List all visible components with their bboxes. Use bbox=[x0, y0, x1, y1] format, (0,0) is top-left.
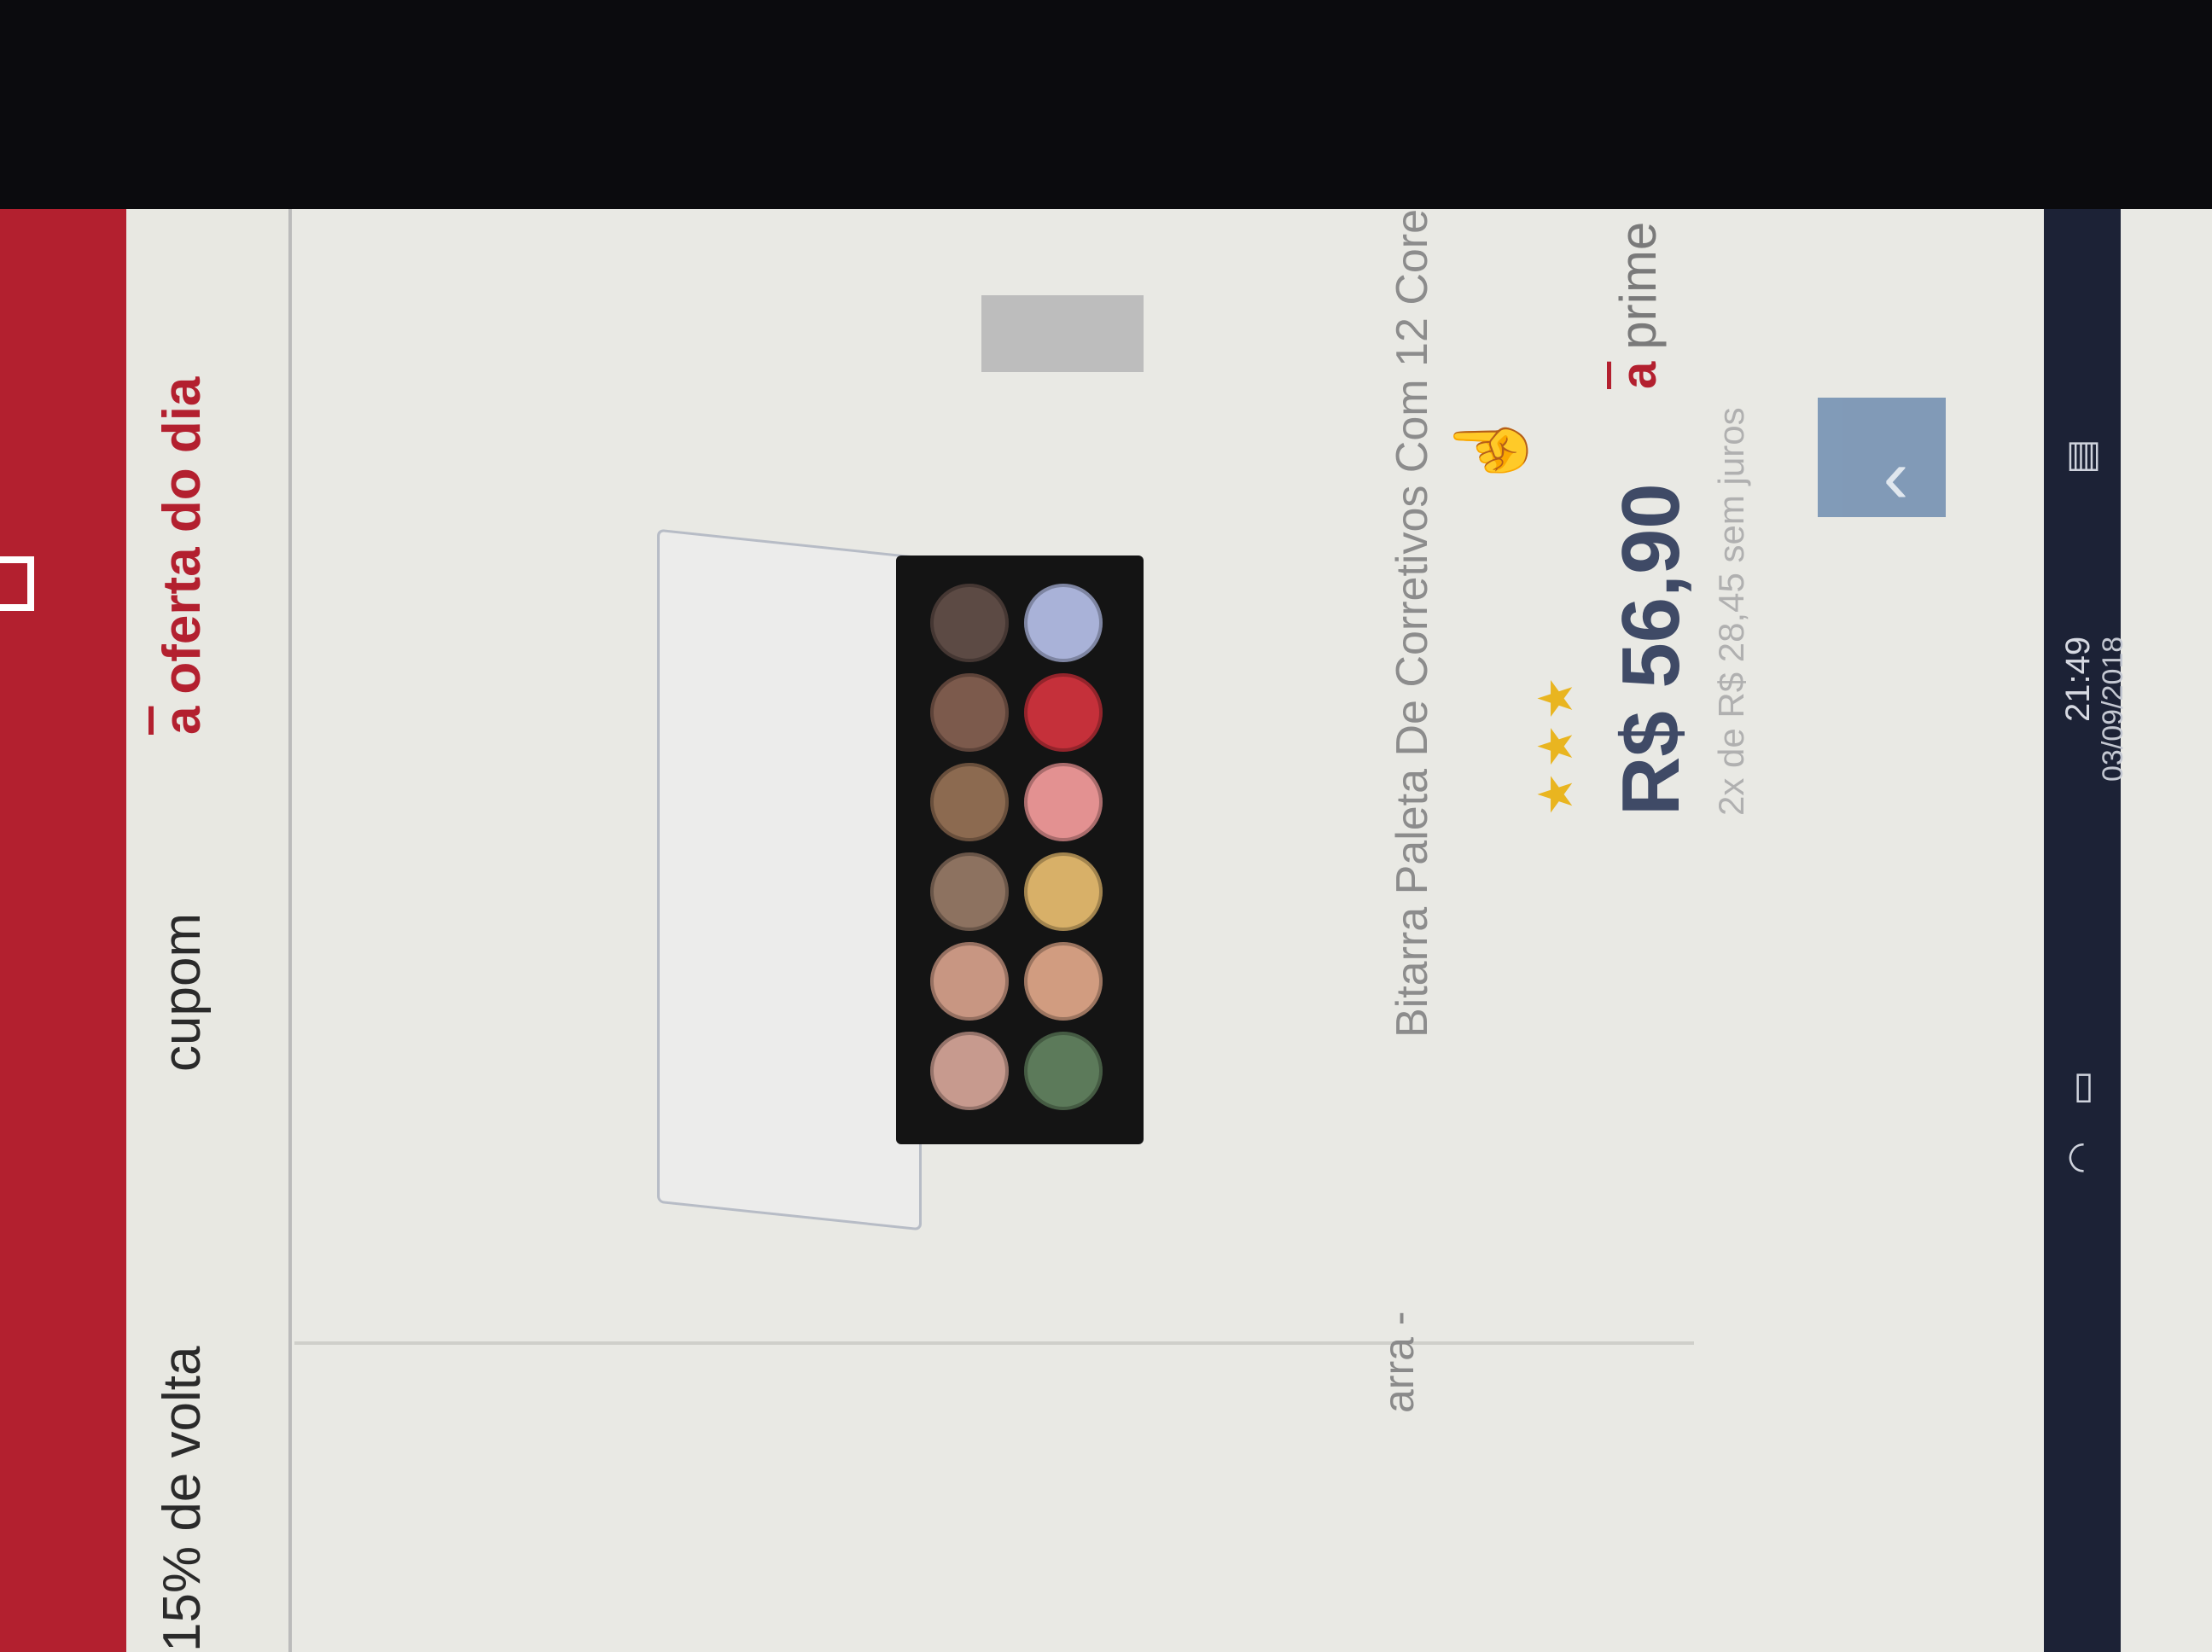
cart-icon[interactable] bbox=[0, 556, 34, 611]
rating-stars: ★★★ bbox=[1528, 672, 1582, 816]
nav-cashback[interactable]: 15% de volta bbox=[152, 1347, 212, 1652]
palette-pan bbox=[930, 1032, 1009, 1110]
nav-oferta-do-dia[interactable]: a oferta do dia bbox=[152, 377, 212, 735]
palette-pan bbox=[930, 763, 1009, 841]
product-image[interactable] bbox=[649, 372, 1178, 1311]
battery-icon: ▭ bbox=[2060, 1070, 2102, 1106]
clock-date: 03/09/2018 bbox=[2097, 636, 2129, 782]
product-title-fragment[interactable]: arra - bbox=[1374, 1312, 1423, 1413]
divider bbox=[294, 1341, 1694, 1345]
scrollbar[interactable] bbox=[981, 295, 1144, 372]
palette-pan bbox=[1024, 1032, 1103, 1110]
back-to-top-button[interactable]: ‹ bbox=[1818, 398, 1946, 520]
oferta-label: oferta do dia bbox=[153, 376, 212, 695]
system-bar: ◠ ▭ 21:49 03/09/2018 ▤ bbox=[2044, 209, 2129, 1652]
installments-text: 2x de R$ 28,45 sem juros bbox=[1711, 407, 1751, 816]
palette-lid bbox=[657, 528, 922, 1231]
palette-pan bbox=[930, 852, 1009, 931]
palette-pan bbox=[930, 584, 1009, 662]
top-banner[interactable]: 15% de volta bbox=[0, 209, 126, 1652]
monitor-screen: 15% de volta 15% de volta cupom a oferta … bbox=[0, 209, 2212, 1652]
prime-logo-icon: a bbox=[1611, 361, 1667, 389]
palette-pan bbox=[930, 942, 1009, 1021]
wifi-icon: ◠ bbox=[2060, 1141, 2102, 1174]
palette-pan bbox=[1024, 673, 1103, 752]
palette-pan bbox=[930, 673, 1009, 752]
prime-badge: a prime bbox=[1609, 222, 1668, 389]
brand-logo-icon: a bbox=[154, 706, 211, 735]
promo-nav: 15% de volta cupom a oferta do dia bbox=[126, 209, 292, 1652]
chevron-up-icon: ‹ bbox=[1883, 433, 1909, 520]
palette-pan bbox=[1024, 584, 1103, 662]
palette bbox=[896, 556, 1144, 1144]
palette-pan bbox=[1024, 942, 1103, 1021]
product-title[interactable]: Bitarra Paleta De Corretivos Com 12 Core… bbox=[1382, 209, 1442, 1038]
hand-cursor-icon: ☝ bbox=[1452, 406, 1528, 492]
palette-pan bbox=[1024, 852, 1103, 931]
clock-time: 21:49 bbox=[2059, 636, 2097, 722]
palette-pan bbox=[1024, 763, 1103, 841]
webpage: 15% de volta 15% de volta cupom a oferta … bbox=[0, 209, 2129, 1652]
notification-icon[interactable]: ▤ bbox=[2059, 439, 2103, 474]
prime-label: prime bbox=[1610, 221, 1667, 350]
nav-cupom[interactable]: cupom bbox=[152, 913, 212, 1072]
product-price: R$ 56,90 bbox=[1605, 483, 1697, 816]
